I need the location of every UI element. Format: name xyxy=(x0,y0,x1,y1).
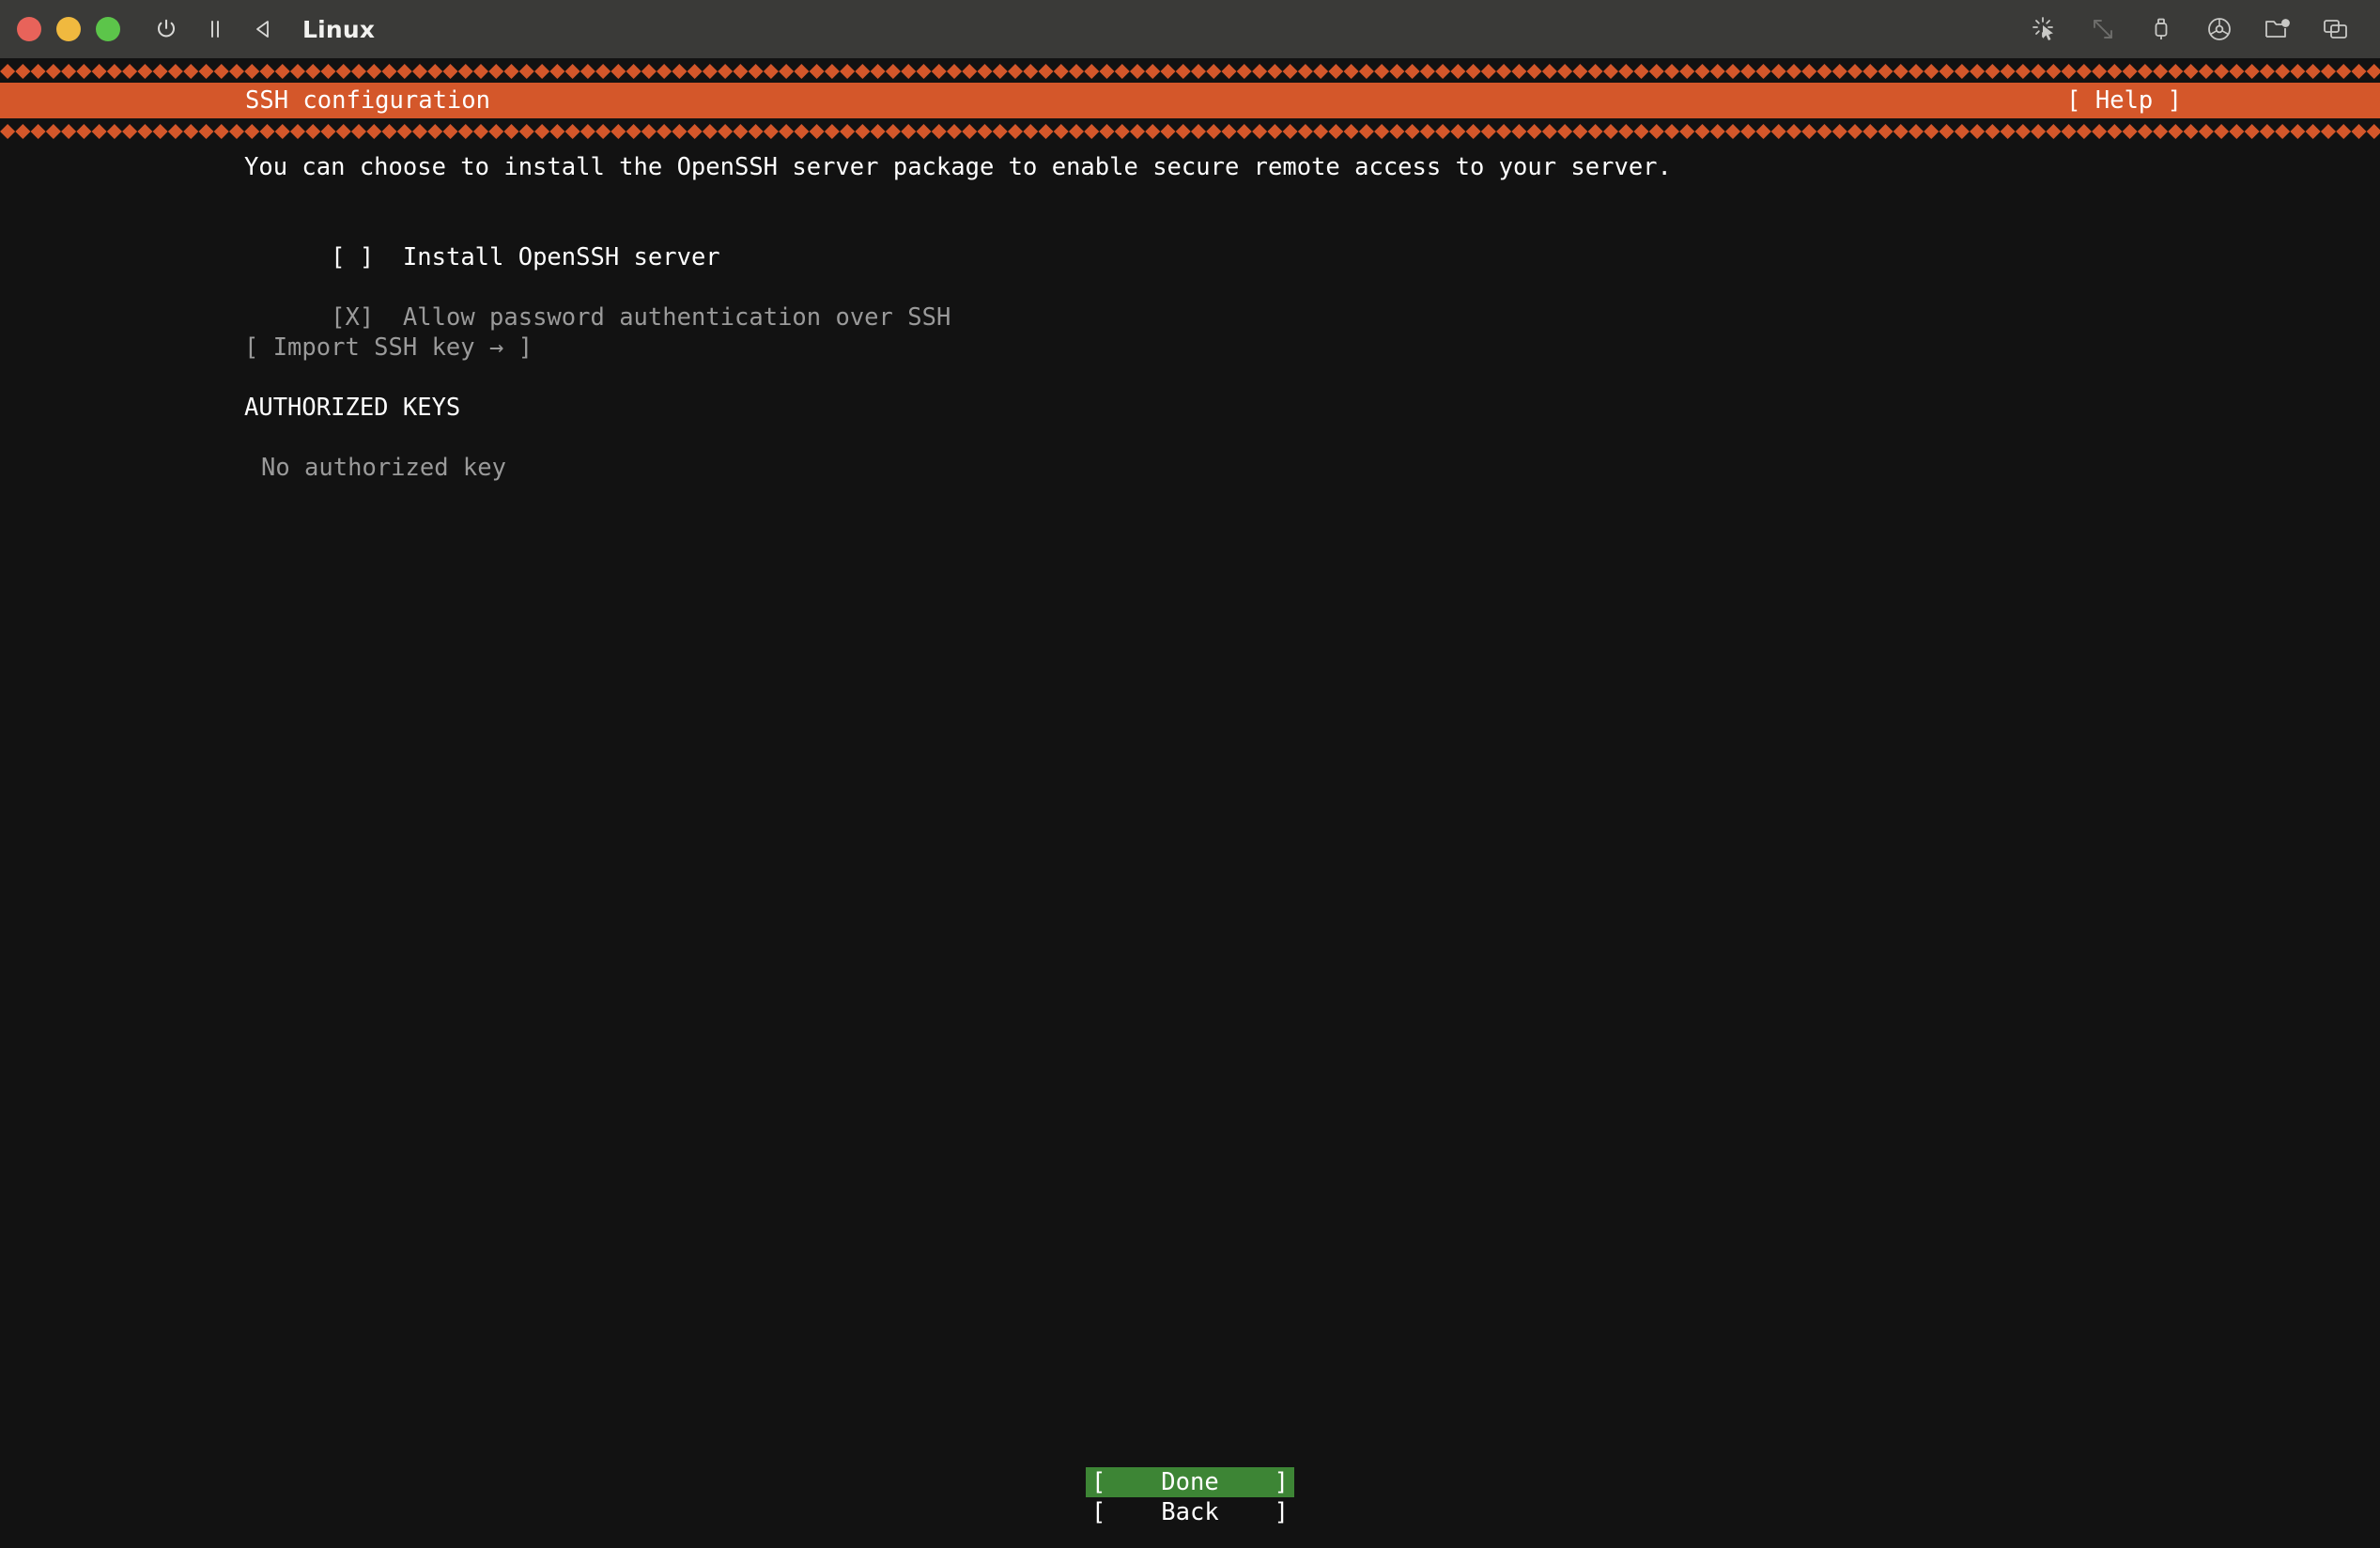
vm-title-label: Linux xyxy=(302,15,376,43)
back-button-close-bracket: ] xyxy=(1274,1498,1289,1526)
optical-disc-icon[interactable] xyxy=(2203,13,2235,45)
option-install-openssh[interactable]: [ ] Install OpenSSH server xyxy=(244,212,2380,271)
header-pattern-top: ◆◆◆◆◆◆◆◆◆◆◆◆◆◆◆◆◆◆◆◆◆◆◆◆◆◆◆◆◆◆◆◆◆◆◆◆◆◆◆◆… xyxy=(0,58,2380,83)
back-nav-button[interactable]: [ Back ] xyxy=(1086,1497,1294,1527)
option-allow-password-auth-checkbox[interactable]: [X] xyxy=(331,303,374,332)
header-pattern-bottom-glyphs: ◆◆◆◆◆◆◆◆◆◆◆◆◆◆◆◆◆◆◆◆◆◆◆◆◆◆◆◆◆◆◆◆◆◆◆◆◆◆◆◆… xyxy=(0,118,2380,143)
option-allow-password-auth-gap xyxy=(374,303,403,332)
power-button[interactable] xyxy=(147,9,186,49)
resize-icon[interactable] xyxy=(2087,13,2119,45)
description-text: You can choose to install the OpenSSH se… xyxy=(244,153,1672,181)
import-ssh-key-button[interactable]: [ Import SSH key → ] xyxy=(244,333,2380,363)
option-install-openssh-checkbox[interactable]: [ ] xyxy=(331,243,374,271)
option-allow-password-auth[interactable]: [X] Allow password authentication over S… xyxy=(244,272,2380,332)
back-button-open-bracket: [ xyxy=(1091,1498,1106,1526)
pause-button[interactable] xyxy=(195,9,235,49)
minimize-button[interactable] xyxy=(56,17,81,41)
window-traffic-lights xyxy=(17,17,120,41)
done-button-open-bracket: [ xyxy=(1091,1468,1106,1496)
screens-icon[interactable] xyxy=(2320,13,2352,45)
authorized-keys-heading: AUTHORIZED KEYS xyxy=(244,394,461,422)
option-install-openssh-label: Install OpenSSH server xyxy=(402,243,720,271)
page-title: SSH configuration xyxy=(245,86,490,115)
option-install-openssh-gap xyxy=(374,243,403,271)
vm-toolbar xyxy=(2029,13,2359,45)
close-button[interactable] xyxy=(17,17,41,41)
shared-folder-icon[interactable] xyxy=(2262,13,2294,45)
done-button-close-bracket: ] xyxy=(1274,1468,1289,1496)
usb-icon[interactable] xyxy=(2145,13,2177,45)
vm-title-bar: Linux xyxy=(0,0,2380,58)
option-allow-password-auth-label: Allow password authentication over SSH xyxy=(402,303,951,332)
back-button-label: Back xyxy=(1161,1498,1219,1526)
installer-header: SSH configuration [ Help ] xyxy=(0,83,2380,118)
authorized-keys-empty: No authorized key xyxy=(261,454,506,482)
header-pattern-top-glyphs: ◆◆◆◆◆◆◆◆◆◆◆◆◆◆◆◆◆◆◆◆◆◆◆◆◆◆◆◆◆◆◆◆◆◆◆◆◆◆◆◆… xyxy=(0,58,2380,83)
terminal-screen: ◆◆◆◆◆◆◆◆◆◆◆◆◆◆◆◆◆◆◆◆◆◆◆◆◆◆◆◆◆◆◆◆◆◆◆◆◆◆◆◆… xyxy=(0,58,2380,1548)
installer-body: You can choose to install the OpenSSH se… xyxy=(0,143,2380,483)
maximize-button[interactable] xyxy=(96,17,120,41)
done-button[interactable]: [ Done ] xyxy=(1086,1467,1294,1497)
pointer-capture-icon[interactable] xyxy=(2029,13,2061,45)
done-button-label: Done xyxy=(1161,1468,1219,1496)
header-pattern-bottom: ◆◆◆◆◆◆◆◆◆◆◆◆◆◆◆◆◆◆◆◆◆◆◆◆◆◆◆◆◆◆◆◆◆◆◆◆◆◆◆◆… xyxy=(0,118,2380,143)
footer-buttons: [ Done ] [ Back ] xyxy=(0,1467,2380,1527)
back-button[interactable] xyxy=(244,9,284,49)
help-button[interactable]: [ Help ] xyxy=(2066,83,2368,118)
